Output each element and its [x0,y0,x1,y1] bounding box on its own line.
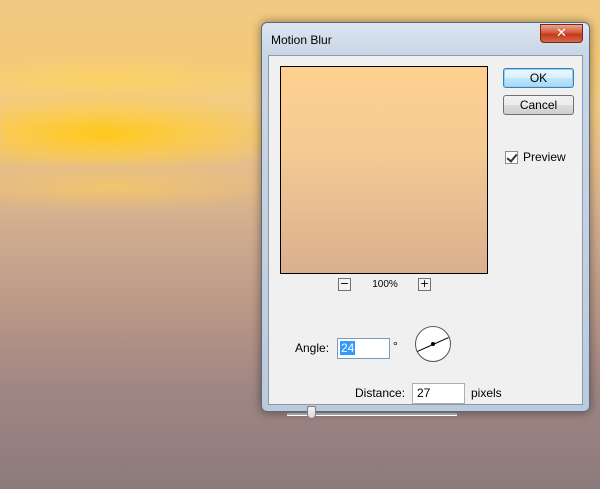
motion-blur-dialog: Motion Blur ✕ − 100% + OK Cancel Preview… [261,22,590,419]
distance-unit: pixels [471,386,502,400]
zoom-out-icon: − [339,277,350,290]
distance-slider-thumb[interactable] [307,406,316,419]
degree-unit: ° [393,339,398,353]
angle-label: Angle: [295,341,330,355]
preview-canvas[interactable] [280,66,488,274]
close-button[interactable]: ✕ [540,24,583,43]
angle-input[interactable]: 24 [337,338,390,359]
distance-label: Distance: [355,386,406,400]
sky-glow-top [0,60,270,100]
angle-dial-center [431,342,435,346]
zoom-out-button[interactable]: − [338,278,351,291]
zoom-level: 100% [372,279,398,290]
sky-glow-yellow [0,95,290,165]
cancel-button[interactable]: Cancel [503,95,574,115]
preview-checkbox[interactable] [505,151,518,164]
dialog-body: − 100% + OK Cancel Preview Angle: 24 ° D… [268,55,583,419]
close-icon: ✕ [556,26,567,41]
sky-glow-lower [0,165,280,210]
ok-button[interactable]: OK [503,68,574,88]
zoom-in-button[interactable]: + [418,278,431,291]
preview-label[interactable]: Preview [523,150,566,164]
zoom-in-icon: + [419,277,430,290]
distance-input[interactable]: 27 [412,383,465,404]
angle-dial-icon[interactable] [415,326,451,362]
angle-value: 24 [340,341,356,355]
dialog-title: Motion Blur [271,33,332,47]
angle-dial-needle [432,337,449,345]
title-bar[interactable]: Motion Blur ✕ [262,23,589,55]
